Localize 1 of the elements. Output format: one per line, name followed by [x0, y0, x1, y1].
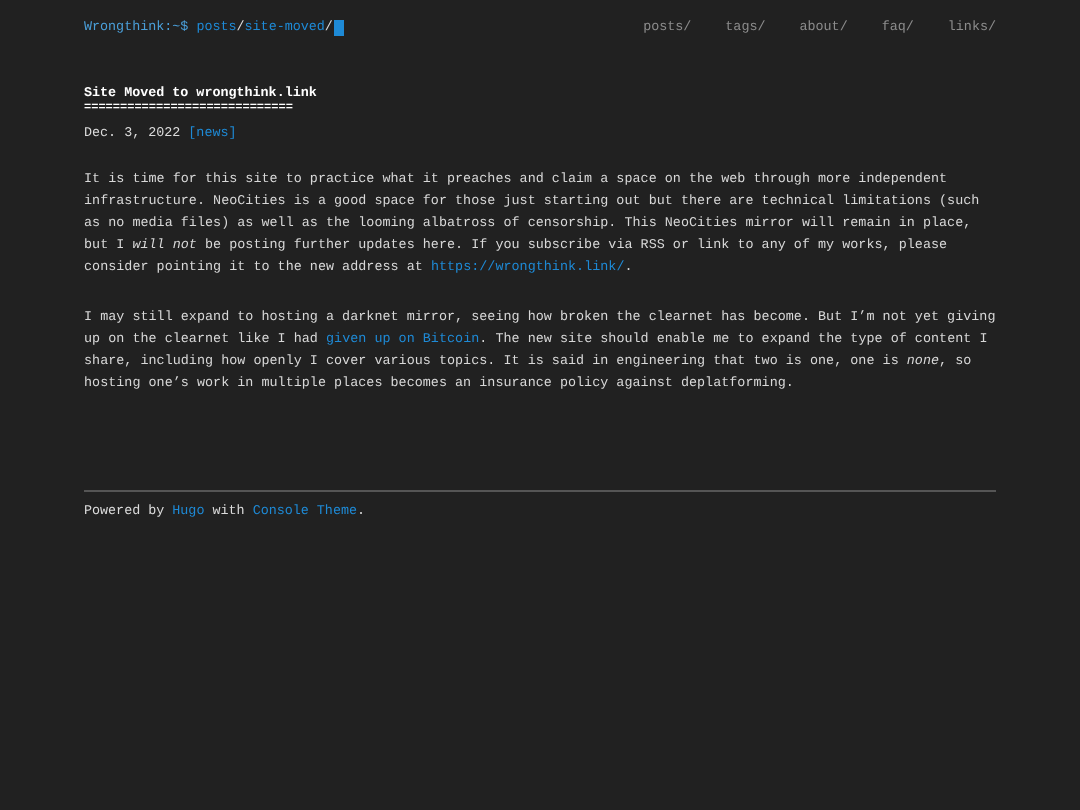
cursor-block — [334, 20, 345, 36]
